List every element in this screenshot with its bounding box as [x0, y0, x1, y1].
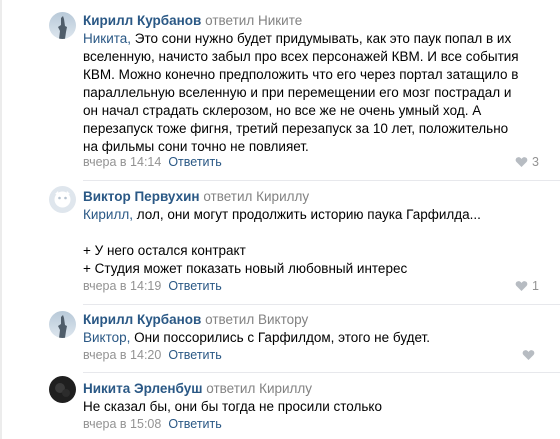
default-avatar[interactable]: [49, 186, 76, 213]
comment-line: КВМ. Можно конечно предположить что его …: [83, 67, 519, 82]
author-name[interactable]: Кирилл Курбанов: [83, 312, 201, 327]
comment-line: Виктор, Они поссорились с Гарфилдом, это…: [83, 329, 430, 347]
comment-text: Виктор, Они поссорились с Гарфилдом, это…: [83, 329, 430, 347]
left-edge: [0, 0, 2, 439]
reply-button[interactable]: Ответить: [168, 348, 221, 362]
comment-divider: [83, 372, 560, 373]
reply-target[interactable]: Виктору: [258, 312, 308, 327]
replied-label: ответил: [203, 189, 253, 204]
comment-text: Не сказал бы, они бы тогда не просили ст…: [83, 398, 382, 416]
comment-line-rest: Они поссорились с Гарфилдом, этого не бу…: [130, 330, 430, 345]
like-count: 3: [532, 155, 539, 169]
comment-footer: вчера в 14:19 Ответить: [83, 278, 222, 294]
replied-label: ответил: [205, 312, 255, 327]
comment-header: Кирилл Курбанов ответил Виктору: [83, 311, 308, 328]
author-name[interactable]: Никита Эрленбуш: [83, 381, 202, 396]
comment-date[interactable]: вчера в 14:19: [83, 279, 161, 293]
statue-avatar[interactable]: [49, 12, 76, 39]
comment-line: [83, 224, 481, 242]
reply-button[interactable]: Ответить: [168, 417, 221, 431]
comment-text: Никита, Это сони нужно будет придумывать…: [83, 30, 519, 156]
comment-line: перезапуск тоже фигня, третий перезапуск…: [83, 121, 509, 136]
heart-icon: [515, 157, 528, 167]
comment-date[interactable]: вчера в 15:08: [83, 417, 161, 431]
reply-target[interactable]: Кириллу: [259, 381, 312, 396]
comment-date[interactable]: вчера в 14:20: [83, 348, 161, 362]
author-name[interactable]: Кирилл Курбанов: [83, 13, 201, 28]
mention-link[interactable]: Виктор,: [83, 330, 130, 345]
comment-line: он начал страдать склерозом, но все же н…: [83, 103, 482, 118]
reply-target[interactable]: Кириллу: [256, 189, 309, 204]
mention-link[interactable]: Кирилл,: [83, 207, 133, 222]
like-count: 1: [532, 279, 539, 293]
comment-line: + Студия может показать новый любовный и…: [83, 261, 408, 276]
reply-button[interactable]: Ответить: [168, 279, 221, 293]
comment-divider: [83, 304, 560, 305]
reply-button[interactable]: Ответить: [168, 155, 221, 169]
comment-line-rest: Это сони нужно будет придумывать, как эт…: [131, 31, 512, 46]
comment-line: Никита, Это сони нужно будет придумывать…: [83, 30, 519, 48]
comment-header: Виктор Первухин ответил Кириллу: [83, 188, 309, 205]
heart-icon: [515, 281, 528, 291]
heart-icon: [522, 350, 535, 360]
replied-label: ответил: [205, 13, 255, 28]
mention-link[interactable]: Никита,: [83, 31, 131, 46]
comment-footer: вчера в 15:08 Ответить: [83, 416, 222, 432]
author-name[interactable]: Виктор Первухин: [83, 189, 200, 204]
comment-header: Кирилл Курбанов ответил Никите: [83, 12, 302, 29]
like-button[interactable]: [522, 347, 539, 363]
like-button[interactable]: 1: [515, 278, 539, 294]
comment-line: Не сказал бы, они бы тогда не просили ст…: [83, 399, 382, 414]
comment-text: Кирилл, лол, они могут продолжить истори…: [83, 206, 481, 278]
dark-photo-avatar[interactable]: [49, 376, 76, 403]
comment-footer: вчера в 14:20 Ответить: [83, 347, 222, 363]
statue-avatar[interactable]: [49, 311, 76, 338]
replied-label: ответил: [206, 381, 256, 396]
comment-date[interactable]: вчера в 14:14: [83, 155, 161, 169]
comment-divider: [83, 180, 560, 181]
comment-line: параллельную вселенную и при перемещении…: [83, 85, 512, 100]
reply-target[interactable]: Никите: [258, 13, 302, 28]
comment-line: Кирилл, лол, они могут продолжить истори…: [83, 206, 481, 224]
like-button[interactable]: 3: [515, 154, 539, 170]
comment-line: + У него остался контракт: [83, 243, 246, 258]
comment-header: Никита Эрленбуш ответил Кириллу: [83, 380, 312, 397]
comment-line: вселенную, начисто забыл про всех персон…: [83, 49, 519, 64]
comment-footer: вчера в 14:14 Ответить: [83, 154, 222, 170]
comment-line-rest: лол, они могут продолжить историю паука …: [132, 207, 481, 222]
